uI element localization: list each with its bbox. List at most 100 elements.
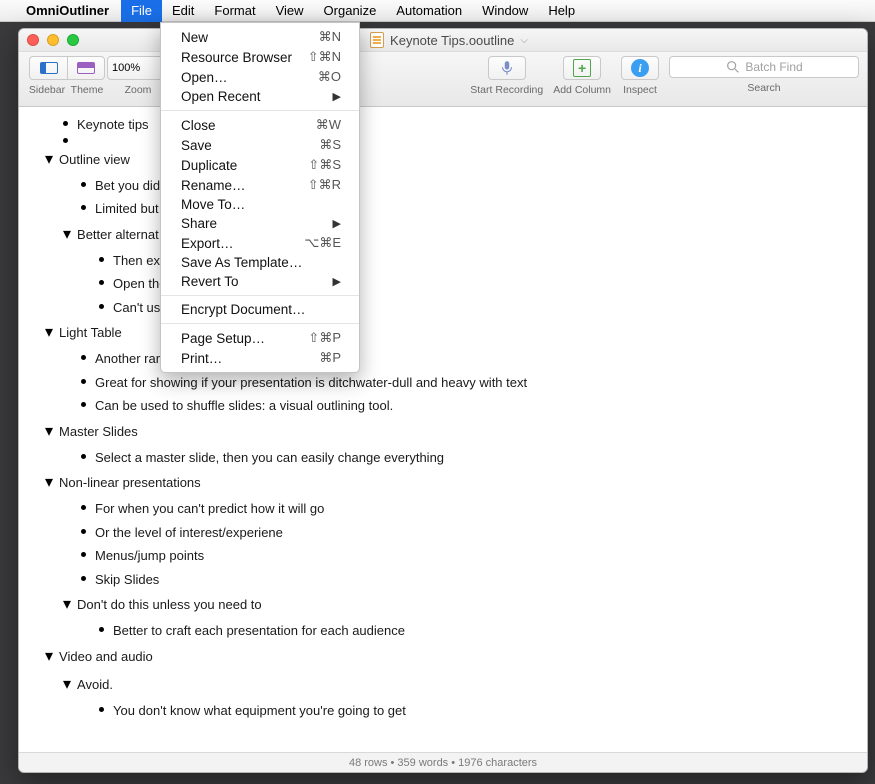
outline-text[interactable]: Select a master slide, then you can easi… [95, 448, 444, 468]
outline-text[interactable]: Better alternat [77, 225, 159, 245]
menu-item[interactable]: New⌘N [161, 27, 359, 47]
menu-item-label: Page Setup… [181, 331, 265, 346]
theme-button[interactable] [67, 56, 105, 80]
outline-row[interactable]: ▾ Light Table [23, 319, 863, 347]
sidebar-toggle-button[interactable] [29, 56, 67, 80]
outline-row[interactable]: Another rarely-used view [23, 347, 863, 371]
bullet-icon [81, 379, 86, 384]
menu-item-label: Encrypt Document… [181, 302, 306, 317]
titlebar[interactable]: Keynote Tips.ooutline ⌵ [19, 29, 867, 52]
outline-row[interactable]: ▾ Video and audio [23, 643, 863, 671]
outline-row[interactable]: Open the P [23, 272, 863, 296]
inspect-button[interactable]: i [621, 56, 659, 80]
menu-item-label: Save [181, 138, 212, 153]
disclosure-triangle-icon[interactable]: ▾ [45, 420, 53, 444]
outline-text[interactable]: Skip Slides [95, 570, 159, 590]
outline-row[interactable]: Great for showing if your presentation i… [23, 371, 863, 395]
outline-row[interactable]: Better to craft each presentation for ea… [23, 619, 863, 643]
disclosure-triangle-icon[interactable]: ▾ [45, 148, 53, 172]
menu-item[interactable]: Share▶ [161, 214, 359, 233]
menu-item[interactable]: Duplicate⇧⌘S [161, 155, 359, 175]
outline-text[interactable]: Video and audio [59, 647, 153, 667]
menu-item[interactable]: Save As Template… [161, 253, 359, 272]
submenu-arrow-icon: ▶ [333, 90, 341, 103]
menu-item-label: Duplicate [181, 158, 237, 173]
disclosure-triangle-icon[interactable]: ▾ [63, 593, 71, 617]
menu-help[interactable]: Help [538, 0, 585, 22]
start-recording-button[interactable] [488, 56, 526, 80]
menu-window[interactable]: Window [472, 0, 538, 22]
menu-item[interactable]: Open Recent▶ [161, 87, 359, 106]
outline-text[interactable]: Light Table [59, 323, 122, 343]
outline-text[interactable]: Or the level of interest/experiene [95, 523, 283, 543]
menu-item[interactable]: Open…⌘O [161, 67, 359, 87]
menu-item[interactable]: Page Setup…⇧⌘P [161, 328, 359, 348]
search-input[interactable]: Batch Find [669, 56, 859, 78]
outline-text[interactable]: Can be used to shuffle slides: a visual … [95, 396, 393, 416]
menu-item[interactable]: Encrypt Document… [161, 300, 359, 319]
outline-row[interactable]: Keynote tips [23, 113, 863, 137]
search-icon [725, 59, 741, 75]
outline-row[interactable]: ▾ Better alternat [23, 221, 863, 249]
menu-automation[interactable]: Automation [386, 0, 472, 22]
outline-text[interactable]: Outline view [59, 150, 130, 170]
outline-row[interactable]: ▾ Master Slides [23, 418, 863, 446]
outline-text[interactable]: For when you can't predict how it will g… [95, 499, 324, 519]
menu-item[interactable]: Print…⌘P [161, 348, 359, 368]
menu-edit[interactable]: Edit [162, 0, 204, 22]
app-menu[interactable]: OmniOutliner [26, 3, 109, 18]
outline-text[interactable]: Keynote tips [77, 115, 149, 135]
outline-row[interactable]: Limited but us [23, 197, 863, 221]
menu-file[interactable]: File [121, 0, 162, 22]
menu-format[interactable]: Format [204, 0, 265, 22]
outline-row[interactable]: Then expor [23, 249, 863, 273]
add-column-button[interactable]: + [563, 56, 601, 80]
outline-row[interactable]: Select a master slide, then you can easi… [23, 446, 863, 470]
outline-content[interactable]: Keynote tips▾Outline viewBet you didn'tL… [19, 107, 867, 752]
outline-text[interactable]: Better to craft each presentation for ea… [113, 621, 405, 641]
bullet-icon [81, 576, 86, 581]
outline-text[interactable]: Great for showing if your presentation i… [95, 373, 527, 393]
document-title: Keynote Tips.ooutline [390, 33, 514, 48]
outline-text[interactable]: Don't do this unless you need to [77, 595, 262, 615]
outline-row[interactable]: ▾ Avoid. [23, 671, 863, 699]
bullet-icon [81, 529, 86, 534]
outline-row[interactable] [23, 137, 863, 146]
menu-item[interactable]: Close⌘W [161, 115, 359, 135]
menu-item[interactable]: Move To… [161, 195, 359, 214]
outline-row[interactable]: For when you can't predict how it will g… [23, 497, 863, 521]
menu-item[interactable]: Rename…⇧⌘R [161, 175, 359, 195]
outline-row[interactable]: ▾ Don't do this unless you need to [23, 591, 863, 619]
bullet-icon [99, 707, 104, 712]
outline-row[interactable]: Or the level of interest/experiene [23, 521, 863, 545]
outline-row[interactable]: Skip Slides [23, 568, 863, 592]
outline-row[interactable]: Can be used to shuffle slides: a visual … [23, 394, 863, 418]
disclosure-triangle-icon[interactable]: ▾ [45, 645, 53, 669]
outline-row[interactable]: You don't know what equipment you're goi… [23, 699, 863, 723]
disclosure-triangle-icon[interactable]: ▾ [45, 471, 53, 495]
menu-item[interactable]: Revert To▶ [161, 272, 359, 291]
title-chevron-icon[interactable]: ⌵ [520, 35, 528, 46]
outline-text[interactable]: Avoid. [77, 675, 113, 695]
outline-row[interactable]: ▾ Non-linear presentations [23, 469, 863, 497]
disclosure-triangle-icon[interactable]: ▾ [63, 223, 71, 247]
outline-text[interactable]: Menus/jump points [95, 546, 204, 566]
outline-row[interactable]: ▾ Outline view [23, 146, 863, 174]
disclosure-triangle-icon[interactable]: ▾ [45, 321, 53, 345]
outline-text[interactable]: Master Slides [59, 422, 138, 442]
minimize-window-button[interactable] [47, 34, 59, 46]
menu-shortcut: ⇧⌘N [308, 49, 341, 65]
menu-item[interactable]: Export…⌥⌘E [161, 233, 359, 253]
disclosure-triangle-icon[interactable]: ▾ [63, 673, 71, 697]
outline-row[interactable]: Menus/jump points [23, 544, 863, 568]
menu-organize[interactable]: Organize [314, 0, 387, 22]
outline-row[interactable]: Can't use O n't recognise it [23, 296, 863, 320]
close-window-button[interactable] [27, 34, 39, 46]
zoom-window-button[interactable] [67, 34, 79, 46]
menu-item[interactable]: Save⌘S [161, 135, 359, 155]
menu-item[interactable]: Resource Browser⇧⌘N [161, 47, 359, 67]
outline-row[interactable]: Bet you didn't [23, 174, 863, 198]
menu-view[interactable]: View [266, 0, 314, 22]
outline-text[interactable]: Non-linear presentations [59, 473, 201, 493]
outline-text[interactable]: You don't know what equipment you're goi… [113, 701, 406, 721]
